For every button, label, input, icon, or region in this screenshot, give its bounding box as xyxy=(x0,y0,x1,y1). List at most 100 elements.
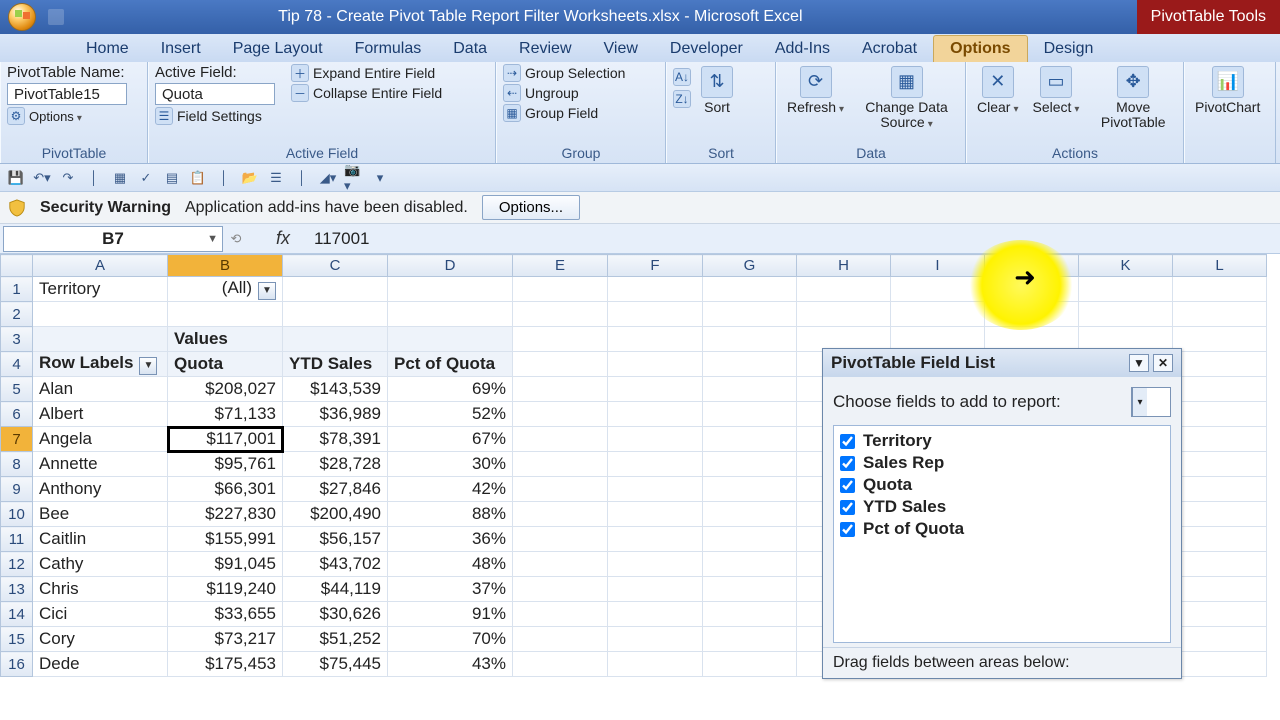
cell[interactable] xyxy=(703,277,797,302)
cell[interactable]: $51,252 xyxy=(283,627,388,652)
row-header[interactable]: 16 xyxy=(1,652,33,677)
cell[interactable]: Anthony xyxy=(33,477,168,502)
field-list-close-icon[interactable]: ✕ xyxy=(1153,354,1173,372)
cell[interactable] xyxy=(703,477,797,502)
cell[interactable] xyxy=(1173,377,1267,402)
cell[interactable] xyxy=(33,327,168,352)
cell[interactable] xyxy=(703,502,797,527)
worksheet-grid[interactable]: ABCDEFGHIJKL1Territory(All)▼23Values4Row… xyxy=(0,254,1280,720)
move-pivottable-button[interactable]: ✥Move PivotTable xyxy=(1089,64,1177,133)
sort-desc-icon[interactable]: Z↓ xyxy=(673,90,691,108)
cell[interactable] xyxy=(513,527,608,552)
cell[interactable] xyxy=(1173,502,1267,527)
cell[interactable] xyxy=(1173,402,1267,427)
cell[interactable] xyxy=(985,277,1079,302)
qat-btn-4[interactable]: 📋 xyxy=(188,168,208,188)
cell[interactable] xyxy=(1173,327,1267,352)
cell[interactable]: $175,453 xyxy=(168,652,283,677)
cell[interactable] xyxy=(891,277,985,302)
cell[interactable] xyxy=(388,327,513,352)
col-header-K[interactable]: K xyxy=(1079,255,1173,277)
tab-add-ins[interactable]: Add-Ins xyxy=(759,36,846,62)
cell[interactable] xyxy=(891,302,985,327)
formula-input[interactable]: 117001 xyxy=(308,229,1280,249)
cell[interactable] xyxy=(513,402,608,427)
cell[interactable] xyxy=(33,302,168,327)
cell[interactable] xyxy=(608,327,703,352)
tab-developer[interactable]: Developer xyxy=(654,36,759,62)
cell[interactable] xyxy=(703,352,797,377)
row-header[interactable]: 3 xyxy=(1,327,33,352)
row-header[interactable]: 2 xyxy=(1,302,33,327)
field-checkbox[interactable] xyxy=(840,456,855,471)
cell[interactable]: 91% xyxy=(388,602,513,627)
pivottable-options-button[interactable]: ⚙ Options xyxy=(7,107,82,125)
cell[interactable]: Cathy xyxy=(33,552,168,577)
save-icon[interactable]: 💾 xyxy=(6,168,26,188)
cell[interactable] xyxy=(703,452,797,477)
cell[interactable]: Territory xyxy=(33,277,168,302)
cell[interactable]: $36,989 xyxy=(283,402,388,427)
active-field-input[interactable]: Quota xyxy=(155,83,275,105)
col-header-F[interactable]: F xyxy=(608,255,703,277)
cell[interactable] xyxy=(513,577,608,602)
cell[interactable]: $43,702 xyxy=(283,552,388,577)
cell[interactable]: 36% xyxy=(388,527,513,552)
row-header[interactable]: 10 xyxy=(1,502,33,527)
cell[interactable] xyxy=(608,377,703,402)
qat-btn-3[interactable]: ▤ xyxy=(162,168,182,188)
row-header[interactable]: 5 xyxy=(1,377,33,402)
group-selection-button[interactable]: ⇢Group Selection xyxy=(503,64,625,82)
cell[interactable] xyxy=(703,602,797,627)
cell[interactable] xyxy=(513,477,608,502)
pivottable-field-list[interactable]: PivotTable Field List ▼ ✕ Choose fields … xyxy=(822,348,1182,679)
tab-design[interactable]: Design xyxy=(1028,36,1110,62)
cell[interactable]: $78,391 xyxy=(283,427,388,452)
cell[interactable]: $95,761 xyxy=(168,452,283,477)
cell[interactable] xyxy=(608,302,703,327)
tab-acrobat[interactable]: Acrobat xyxy=(846,36,933,62)
cell[interactable]: Cory xyxy=(33,627,168,652)
tab-options[interactable]: Options xyxy=(933,35,1027,62)
cell[interactable]: $33,655 xyxy=(168,602,283,627)
cell[interactable] xyxy=(608,277,703,302)
cell[interactable]: $66,301 xyxy=(168,477,283,502)
group-field-button[interactable]: ▦Group Field xyxy=(503,104,625,122)
row-header[interactable]: 4 xyxy=(1,352,33,377)
row-header[interactable]: 1 xyxy=(1,277,33,302)
col-header-H[interactable]: H xyxy=(797,255,891,277)
cell[interactable]: 43% xyxy=(388,652,513,677)
cell[interactable] xyxy=(283,327,388,352)
row-header[interactable]: 14 xyxy=(1,602,33,627)
cell[interactable] xyxy=(1173,627,1267,652)
cell[interactable]: Bee xyxy=(33,502,168,527)
pivotchart-button[interactable]: 📊PivotChart xyxy=(1191,64,1264,117)
col-header-I[interactable]: I xyxy=(891,255,985,277)
cell[interactable]: Chris xyxy=(33,577,168,602)
cell[interactable] xyxy=(985,302,1079,327)
cell[interactable]: Values xyxy=(168,327,283,352)
cell[interactable]: $208,027 xyxy=(168,377,283,402)
cell[interactable]: (All)▼ xyxy=(168,277,283,302)
field-sales-rep[interactable]: Sales Rep xyxy=(840,452,1164,474)
cell[interactable] xyxy=(1079,277,1173,302)
refresh-button[interactable]: ⟳Refresh xyxy=(783,64,848,117)
field-settings-button[interactable]: ☰ Field Settings xyxy=(155,107,275,125)
row-header[interactable]: 12 xyxy=(1,552,33,577)
cell[interactable]: Row Labels▼ xyxy=(33,352,168,377)
cell[interactable]: 30% xyxy=(388,452,513,477)
cell[interactable] xyxy=(703,377,797,402)
sort-button[interactable]: ⇅ Sort xyxy=(697,64,737,117)
cell[interactable]: $200,490 xyxy=(283,502,388,527)
cell[interactable] xyxy=(1173,552,1267,577)
cell[interactable] xyxy=(608,552,703,577)
cell[interactable]: $56,157 xyxy=(283,527,388,552)
cell[interactable] xyxy=(608,527,703,552)
cell[interactable]: $27,846 xyxy=(283,477,388,502)
cell[interactable]: $71,133 xyxy=(168,402,283,427)
cell[interactable] xyxy=(797,277,891,302)
tab-review[interactable]: Review xyxy=(503,36,587,62)
qat-more[interactable]: ▾ xyxy=(370,168,390,188)
cell[interactable]: $143,539 xyxy=(283,377,388,402)
cell[interactable] xyxy=(1173,527,1267,552)
